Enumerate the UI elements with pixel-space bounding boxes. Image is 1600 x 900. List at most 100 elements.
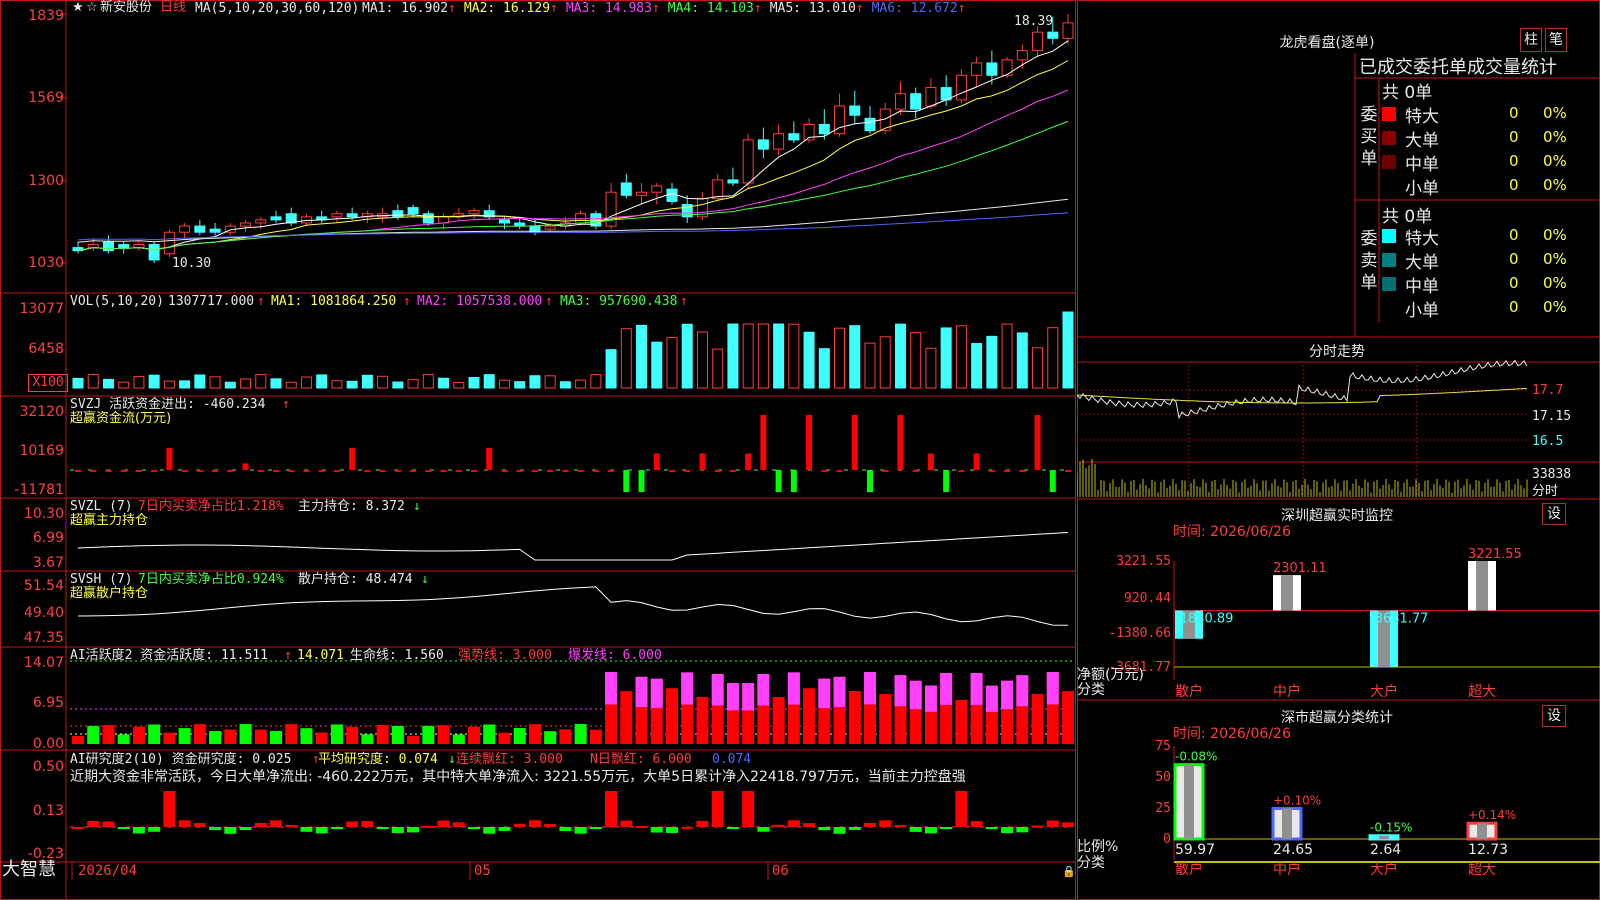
volume-bar <box>102 378 114 389</box>
left-chart-area[interactable]: ★ ☆ 新安股份 日线 MA(5,10,20,30,60,120) MA1: 1… <box>0 0 1076 900</box>
fund-flow-bar <box>303 470 310 472</box>
vol-tick-2: 6458 <box>28 341 64 357</box>
fund-flow-bar <box>714 470 721 472</box>
stats-bar-shade <box>1184 764 1194 839</box>
research-bar <box>239 827 252 831</box>
fund-flow-bar <box>455 470 462 472</box>
fund-flow-bar <box>821 470 828 472</box>
research-bar <box>650 827 663 833</box>
fund-flow-bar <box>1004 470 1011 472</box>
activity-bar <box>193 724 206 744</box>
svzl-subtitle: 超赢主力持仓 <box>70 513 149 528</box>
volume-bar <box>575 379 587 389</box>
research-bar <box>605 791 618 827</box>
activity-bar <box>178 728 191 744</box>
volume-bar <box>696 331 708 389</box>
candle-body <box>773 133 785 150</box>
research-bar <box>1046 820 1059 827</box>
stats-category-label: 散户 <box>1175 861 1203 878</box>
ai-research-tick-1: 0.50 <box>32 759 64 775</box>
fund-flow-bar <box>318 470 325 472</box>
brand-logo: 大智慧 <box>2 859 56 880</box>
stats-change-label: -0.08% <box>1175 750 1217 764</box>
activity-bar <box>239 724 252 744</box>
volume-bar <box>818 348 830 389</box>
ai-active-arrow: ↑ <box>284 648 292 663</box>
volume-bar <box>87 373 99 389</box>
activity-bar <box>300 728 313 744</box>
fund-flow-bar <box>958 470 965 472</box>
stats-bar-shade <box>1477 823 1487 839</box>
svzj-subtitle: 超赢资金流(万元) <box>70 411 172 426</box>
research-bar <box>970 821 983 827</box>
fund-flow-bar <box>882 470 889 472</box>
candlestick-chart[interactable] <box>0 0 1076 300</box>
activity-top-bar <box>940 673 953 705</box>
ai-active-header-c: 生命线: 1.560 <box>350 648 444 663</box>
activity-bar <box>270 730 282 744</box>
fund-flow-bar <box>166 448 173 470</box>
activity-bar <box>102 725 115 744</box>
research-bar <box>422 825 435 828</box>
svsh-tick-1: 51.54 <box>23 578 64 594</box>
volume-bar <box>148 374 160 389</box>
fund-flow-bar <box>425 470 432 472</box>
candle-body <box>194 225 206 233</box>
candle-body <box>818 123 830 135</box>
fund-flow-bar <box>851 415 858 470</box>
activity-bar <box>879 694 892 744</box>
main-force-line <box>77 532 1069 561</box>
fund-flow-bar <box>745 453 752 470</box>
fund-flow-bar <box>592 470 599 472</box>
svzj-tick-3: -11781 <box>14 482 64 498</box>
fund-flow-bar <box>653 453 660 470</box>
lock-icon[interactable]: 🔒 <box>1062 864 1076 879</box>
activity-bar <box>589 729 602 744</box>
research-bar <box>1001 827 1014 834</box>
stats-value-label: 59.97 <box>1175 842 1215 858</box>
svzj-arrow: ↑ <box>282 397 290 412</box>
research-bar <box>1031 825 1044 828</box>
volume-bar <box>133 375 145 389</box>
research-bar <box>468 827 480 830</box>
activity-bar <box>346 726 359 744</box>
fund-flow-bar <box>669 470 675 472</box>
fund-flow-bar <box>943 470 950 492</box>
volume-bar <box>422 373 434 389</box>
volume-bar <box>803 331 815 389</box>
ai-active-header-b: 14.071 <box>297 648 344 663</box>
vol-unit-button[interactable]: X100 <box>28 374 68 392</box>
activity-bar <box>848 691 861 744</box>
volume-bar <box>514 381 526 389</box>
svsh-arrow: ↓ <box>421 572 429 587</box>
volume-bar <box>605 349 617 389</box>
volume-bar <box>1032 347 1044 389</box>
candle-body <box>971 62 983 76</box>
research-bar <box>498 827 511 831</box>
research-bar <box>300 827 313 832</box>
volume-bar <box>864 342 876 389</box>
fund-flow-bar <box>638 470 645 492</box>
research-bar <box>848 827 861 830</box>
fund-flow-bar <box>1049 470 1056 492</box>
research-bar <box>437 820 450 827</box>
fund-flow-bar <box>75 470 81 472</box>
high-price-label: 18.39 <box>1014 14 1054 29</box>
volume-bar <box>986 335 998 389</box>
ai-research-header-b: 平均研究度: 0.074 <box>318 752 438 767</box>
candle-body <box>955 74 967 101</box>
ai-active-tick-1: 14.07 <box>23 655 64 671</box>
vol-header: VOL(5,10,20) <box>70 294 164 309</box>
research-bar <box>407 827 420 833</box>
ai-research-header-c: 连续飘红: 3.000 <box>456 752 563 767</box>
research-bar <box>879 820 892 827</box>
activity-bar <box>437 725 450 744</box>
volume-bar <box>849 325 861 389</box>
activity-bar <box>285 724 298 744</box>
candle-body <box>666 188 678 202</box>
volume-bar <box>651 341 663 389</box>
research-bar <box>376 827 389 829</box>
stats-change-label: -0.15% <box>1370 821 1412 835</box>
activity-bar <box>163 732 176 744</box>
activity-top-bar <box>757 674 770 706</box>
